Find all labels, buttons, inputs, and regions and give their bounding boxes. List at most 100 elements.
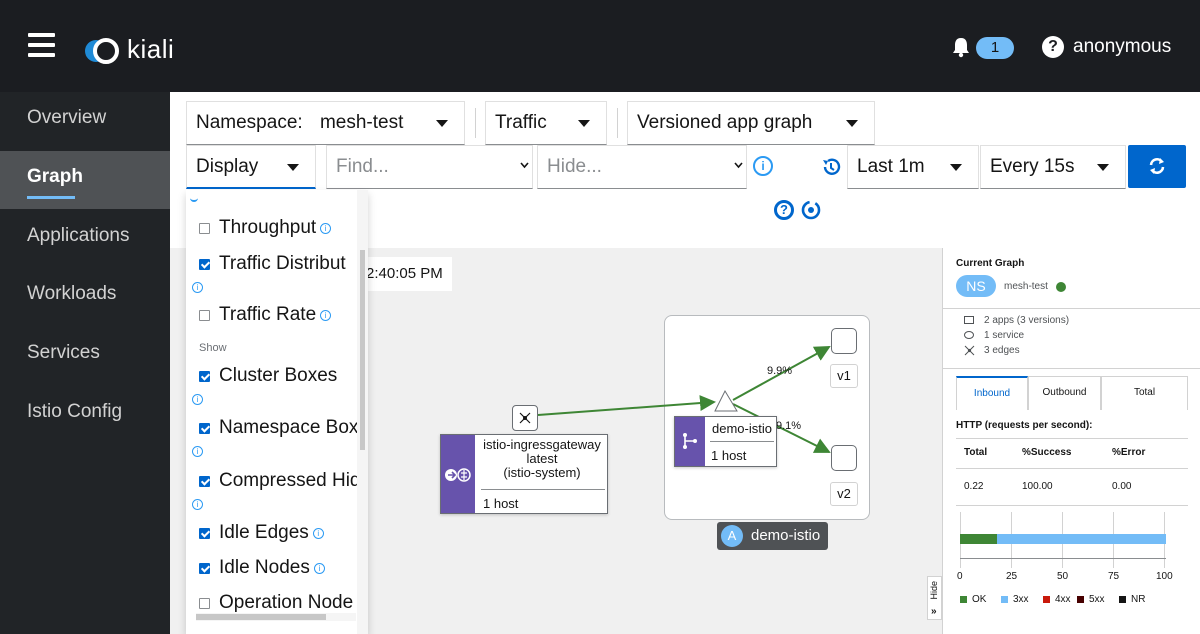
menu-item-idle-nodes[interactable]: Idle Nodes i (199, 557, 325, 579)
info-icon[interactable]: i (312, 527, 324, 539)
menu-item-traffic-distribution[interactable]: Traffic Distribut (199, 253, 346, 275)
info-icon[interactable]: i (192, 394, 203, 405)
tick-25: 25 (1006, 571, 1018, 582)
stat-apps: 2 apps (3 versions) (984, 315, 1070, 326)
tick-50: 50 (1057, 571, 1069, 582)
panel-title: Current Graph (956, 258, 1025, 269)
menu-horizontal-scrollbar[interactable] (196, 613, 356, 621)
checkbox[interactable] (199, 475, 210, 487)
info-icon[interactable]: i (313, 562, 325, 574)
bar-ok-segment[interactable] (960, 534, 998, 544)
gateway-node-stripe (441, 435, 475, 513)
legend-ok: OK (960, 594, 986, 605)
menu-item-label: Idle Edges (219, 522, 309, 543)
gateway-name: istio-ingressgateway (483, 437, 601, 452)
service-triangle-node[interactable] (714, 389, 738, 412)
edges-icon (964, 345, 975, 356)
http-bar[interactable] (960, 534, 1166, 544)
menu-item-idle-edges[interactable]: Idle Edges i (199, 522, 324, 544)
double-chevron-right-icon: » (931, 606, 937, 617)
menu-item-label: Idle Nodes (219, 557, 310, 578)
menu-item-label: Compressed Hid (219, 470, 361, 491)
app-label-text: demo-istio (751, 527, 821, 544)
gateway-node-icon[interactable] (512, 405, 538, 431)
menu-item-traffic-rate[interactable]: Traffic Rate i (199, 304, 332, 326)
checkbox[interactable] (199, 527, 210, 539)
edge-label-v2: 9.1% (776, 420, 802, 432)
legend-label: 4xx (1055, 594, 1071, 605)
menu-section-show: Show (199, 342, 227, 354)
th-total: Total (964, 447, 988, 458)
gateway-namespace: (istio-system) (503, 465, 581, 480)
service-node-divider (710, 441, 774, 442)
info-icon[interactable]: i (320, 309, 332, 321)
checkbox[interactable] (199, 597, 210, 609)
hide-label: Hide (929, 581, 939, 600)
menu-item-throughput[interactable]: Throughput i (199, 217, 332, 239)
app-box-label[interactable]: A demo-istio (717, 522, 829, 550)
td-error: 0.00 (1112, 481, 1132, 492)
tab-inbound[interactable]: Inbound (956, 376, 1028, 410)
gateway-node-card[interactable]: istio-ingressgateway latest (istio-syste… (440, 434, 608, 514)
table-divider (956, 468, 1188, 469)
menu-item-namespace-boxes[interactable]: Namespace Box (199, 417, 358, 439)
http-title: HTTP (requests per second): (956, 420, 1093, 431)
hide-panel-toggle[interactable]: Hide » (927, 576, 942, 620)
checkbox[interactable] (199, 309, 210, 321)
legend-label: OK (972, 594, 987, 605)
legend-3xx: 3xx (1001, 594, 1029, 605)
gateway-icons (445, 468, 471, 482)
table-divider (956, 438, 1188, 439)
menu-item-compressed-hide[interactable]: Compressed Hid (199, 470, 361, 492)
info-icon[interactable]: i (320, 222, 332, 234)
td-success: 100.00 (1022, 481, 1053, 492)
workload-label-v2: v2 (830, 482, 858, 506)
menu-info-icon-partial (190, 194, 198, 202)
menu-item-label: Cluster Boxes (219, 365, 338, 386)
menu-item-cluster-boxes[interactable]: Cluster Boxes (199, 365, 337, 387)
display-menu: Throughput i Traffic Distribut i Traffic… (186, 190, 368, 634)
menu-vertical-scrollbar[interactable] (357, 190, 368, 634)
traffic-tabs: Inbound Outbound Total (956, 376, 1188, 410)
workload-node-v2[interactable] (831, 445, 857, 471)
legend-label: 3xx (1013, 594, 1029, 605)
checkbox[interactable] (199, 222, 210, 234)
stat-services: 1 service (984, 330, 1025, 341)
checkbox[interactable] (199, 562, 210, 574)
service-node-hosts: 1 host (711, 448, 747, 463)
workload-node-v1[interactable] (831, 328, 857, 354)
gateway-version: latest (526, 451, 558, 466)
service-node-demo-istio[interactable]: demo-istio 1 host (674, 416, 777, 467)
checkbox[interactable] (199, 258, 210, 270)
panel-namespace[interactable]: mesh-test (1004, 281, 1048, 292)
workload-label-v1: v1 (830, 364, 858, 388)
info-icon[interactable]: i (192, 446, 203, 457)
info-icon[interactable]: i (192, 282, 203, 293)
namespace-badge: NS (956, 275, 996, 297)
td-total: 0.22 (964, 481, 984, 492)
menu-item-label: Traffic Distribut (219, 253, 346, 274)
tab-outbound[interactable]: Outbound (1028, 376, 1101, 410)
info-icon[interactable]: i (192, 499, 203, 510)
menu-item-label: Namespace Box (219, 417, 359, 438)
summary-panel: Current Graph NS mesh-test 2 apps (3 ver… (942, 248, 1200, 634)
check-circle-icon (1056, 282, 1066, 292)
panel-divider (943, 308, 1200, 309)
legend-5xx: 5xx (1077, 594, 1105, 605)
tick-75: 75 (1108, 571, 1120, 582)
gateway-node-divider (481, 489, 605, 490)
legend-label: NR (1131, 594, 1146, 605)
network-icon (519, 412, 531, 424)
tick-0: 0 (957, 571, 963, 582)
checkbox[interactable] (199, 422, 210, 434)
menu-item-label: Operation Node (219, 592, 354, 613)
checkbox[interactable] (199, 370, 210, 382)
app-badge: A (721, 525, 743, 547)
th-error: %Error (1112, 447, 1146, 458)
menu-item-operation-nodes[interactable]: Operation Node (199, 592, 353, 614)
tab-total[interactable]: Total (1101, 376, 1188, 410)
bar-3xx-segment[interactable] (997, 534, 1166, 544)
edge-gateway-to-service[interactable] (537, 395, 716, 416)
legend-label: 5xx (1089, 594, 1105, 605)
legend-nr: NR (1119, 594, 1145, 605)
